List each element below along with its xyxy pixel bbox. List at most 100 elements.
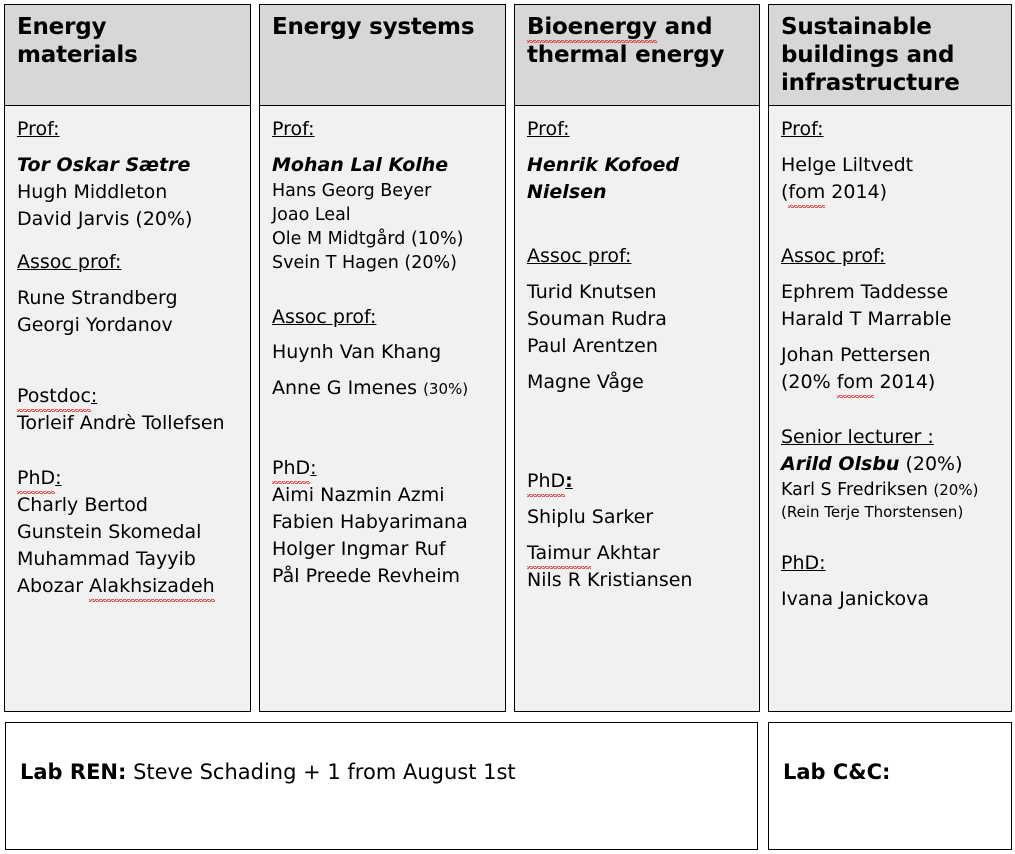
spellcheck-word: Postdoc	[17, 383, 91, 412]
column-energy-systems: Energy systems Prof: Mohan Lal Kolhe Han…	[259, 4, 506, 712]
section-label-assoc-prof: Assoc prof:	[527, 244, 632, 267]
person-name: Hans Georg Beyer	[272, 180, 432, 201]
person-percent: (20%)	[933, 480, 979, 499]
column-title-line: Energy systems	[272, 14, 475, 40]
person-name: Charly Bertod	[17, 493, 148, 516]
section-assoc-prof: Assoc prof: Turid Knutsen Souman Rudra P…	[527, 243, 747, 396]
section-label-assoc-prof: Assoc prof:	[17, 250, 122, 273]
section-phd: PhD: Aimi Nazmin Azmi Fabien Habyarimana…	[272, 455, 493, 590]
person-name: Georgi Yordanov	[17, 313, 173, 336]
person-name-text: Karl S Fredriksen	[781, 479, 928, 500]
person-name: Svein T Hagen (20%)	[272, 253, 457, 274]
person-name: Muhammad Tayyib	[17, 547, 196, 570]
lab-ren-content: Lab REN: Steve Schading + 1 from August …	[6, 723, 757, 786]
person-name: Tor Oskar Sætre	[17, 153, 191, 176]
section-phd: PhD: Shiplu Sarker Taimur Akhtar Nils R …	[527, 468, 747, 594]
person-name: Magne Våge	[527, 370, 644, 393]
section-assoc-prof: Assoc prof: Huynh Van Khang Anne G Imene…	[272, 304, 493, 403]
spellcheck-word: fom	[788, 179, 825, 208]
column-title-line: thermal energy	[527, 42, 725, 69]
section-label-assoc-prof: Assoc prof:	[781, 244, 886, 267]
column-body-sustainable-buildings-infrastructure: Prof: Helge Liltvedt (fom 2014) Assoc pr…	[769, 106, 1011, 613]
column-title-line: infrastructure	[781, 70, 960, 97]
person-percent: (30%)	[423, 380, 469, 399]
section-label-prof: Prof:	[527, 118, 570, 140]
lab-cc-label: Lab C&C:	[783, 760, 891, 784]
person-name: Souman Rudra	[527, 307, 667, 330]
spellcheck-word: Alakhsizadeh	[89, 573, 215, 602]
column-title-line: Sustainable	[781, 14, 932, 40]
column-header-energy-systems: Energy systems	[260, 5, 505, 106]
lab-cc-content: Lab C&C:	[769, 723, 1011, 786]
person-name: Joao Leal	[272, 205, 351, 226]
person-name: Huynh Van Khang	[272, 341, 442, 364]
person-name: Rune Strandberg	[17, 286, 178, 309]
person-name: Fabien Habyarimana	[272, 511, 468, 534]
column-title-line: materials	[17, 42, 138, 69]
section-postdoc: Postdoc: Torleif Andrè Tollefsen	[17, 383, 238, 437]
lab-ren-label: Lab REN:	[20, 760, 127, 784]
person-name-cont: Nielsen	[527, 180, 607, 203]
section-label-postdoc: Postdoc:	[17, 383, 238, 412]
person-name: Anne G Imenes (30%)	[272, 375, 493, 402]
section-prof: Prof: Mohan Lal Kolhe Hans Georg Beyer J…	[272, 116, 493, 276]
column-title-line: Bioenergy and	[527, 14, 713, 44]
column-bioenergy-thermal-energy: Bioenergy and thermal energy Prof: Henri…	[514, 4, 760, 712]
person-name: Arild Olsbu (20%)	[781, 451, 999, 478]
person-name-text: Anne G Imenes	[272, 377, 418, 400]
person-name: Karl S Fredriksen (20%)	[781, 478, 999, 502]
column-sustainable-buildings-infrastructure: Sustainable buildings and infrastructure…	[768, 4, 1012, 712]
section-prof: Prof: Tor Oskar Sætre Hugh Middleton Dav…	[17, 116, 238, 233]
spellcheck-word: PhD	[272, 455, 311, 485]
section-phd: PhD: Ivana Janickova	[781, 550, 999, 613]
person-name: Torleif Andrè Tollefsen	[17, 411, 225, 434]
section-label-prof: Prof:	[17, 118, 60, 140]
person-name: Hugh Middleton	[17, 180, 168, 203]
column-body-energy-materials: Prof: Tor Oskar Sætre Hugh Middleton Dav…	[5, 106, 250, 602]
section-prof: Prof: Helge Liltvedt (fom 2014)	[781, 116, 999, 208]
spellcheck-word: Taimur	[527, 540, 591, 569]
person-name: Johan Pettersen	[781, 343, 931, 366]
lab-box-cc: Lab C&C:	[768, 722, 1012, 850]
column-header-sustainable-buildings-infrastructure: Sustainable buildings and infrastructure	[769, 5, 1011, 106]
person-name: Ivana Janickova	[781, 588, 930, 611]
person-name: Turid Knutsen	[527, 280, 657, 303]
person-note: (Rein Terje Thorstensen)	[781, 502, 964, 521]
person-name: Taimur Akhtar	[527, 540, 747, 569]
person-name: Paul Arentzen	[527, 334, 658, 357]
lab-ren-text: Steve Schading + 1 from August 1st	[126, 760, 516, 784]
column-title-line: Energy	[17, 14, 107, 40]
spellcheck-word: PhD	[527, 468, 566, 497]
person-name: Nils R Kristiansen	[527, 568, 693, 591]
spellcheck-word: fom	[836, 369, 874, 398]
section-prof: Prof: Henrik Kofoed Nielsen	[527, 116, 747, 206]
section-senior-lecturer: Senior lecturer : Arild Olsbu (20%) Karl…	[781, 424, 999, 522]
section-label-phd: PhD:	[272, 455, 493, 485]
person-name: Pål Preede Revheim	[272, 565, 461, 588]
section-label-senior-lecturer: Senior lecturer :	[781, 425, 934, 448]
person-name: Gunstein Skomedal	[17, 520, 202, 543]
section-phd: PhD: Charly Bertod Gunstein Skomedal Muh…	[17, 465, 238, 602]
section-assoc-prof: Assoc prof: Rune Strandberg Georgi Yorda…	[17, 249, 238, 339]
column-header-bioenergy-thermal-energy: Bioenergy and thermal energy	[515, 5, 759, 106]
person-name: David Jarvis (20%)	[17, 207, 193, 230]
person-name: Ole M Midtgård (10%)	[272, 229, 464, 250]
person-name: Helge Liltvedt	[781, 153, 914, 176]
person-name: Harald T Marrable	[781, 307, 952, 330]
person-name: Aimi Nazmin Azmi	[272, 484, 445, 507]
person-name: Mohan Lal Kolhe	[272, 153, 449, 176]
person-percent: (20%)	[899, 452, 963, 475]
section-assoc-prof: Assoc prof: Ephrem Taddesse Harald T Mar…	[781, 243, 999, 398]
spellcheck-word: PhD	[17, 465, 56, 494]
column-body-energy-systems: Prof: Mohan Lal Kolhe Hans Georg Beyer J…	[260, 106, 505, 590]
section-label-phd: PhD:	[17, 465, 238, 494]
column-body-bioenergy-thermal-energy: Prof: Henrik Kofoed Nielsen Assoc prof: …	[515, 106, 759, 594]
spellcheck-word: Bioenergy	[527, 14, 657, 44]
person-name: Ephrem Taddesse	[781, 280, 949, 303]
section-label-phd: PhD:	[781, 552, 826, 575]
person-name: Henrik Kofoed	[527, 153, 679, 176]
person-name-text: Arild Olsbu	[781, 452, 900, 475]
person-name: Holger Ingmar Ruf	[272, 538, 446, 561]
person-note: (fom 2014)	[781, 179, 999, 208]
column-energy-materials: Energy materials Prof: Tor Oskar Sætre H…	[4, 4, 251, 712]
